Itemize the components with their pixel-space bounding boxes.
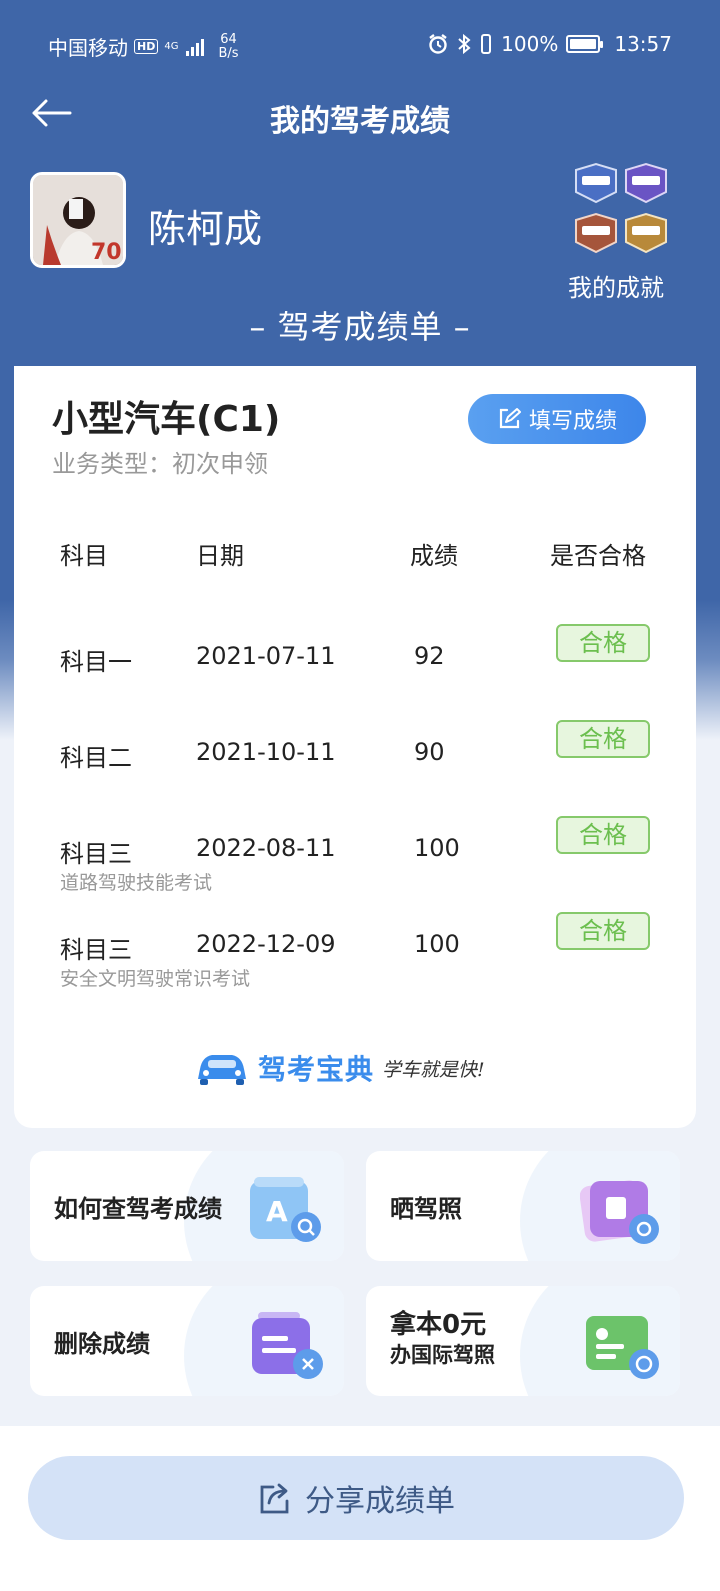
avatar[interactable]: 70	[30, 172, 126, 268]
share-label: 分享成绩单	[305, 1484, 455, 1519]
tile-label: 删除成绩	[54, 1330, 150, 1358]
fill-score-label: 填写成绩	[528, 409, 617, 434]
svg-text:A: A	[266, 1195, 288, 1228]
table-row[interactable]: 科目一 2021-07-11 92 合格	[14, 624, 696, 712]
header-pass: 是否合格	[550, 542, 646, 570]
pass-badge: 合格	[556, 720, 650, 758]
row-score: 100	[414, 930, 460, 958]
row-subject: 科目三	[60, 840, 132, 868]
achievement-badges-icon[interactable]	[572, 162, 672, 260]
svg-text:70: 70	[91, 240, 122, 265]
pass-badge: 合格	[556, 912, 650, 950]
row-note: 安全文明驾驶常识考试	[60, 968, 251, 990]
avatar-photo: 70	[33, 175, 123, 265]
car-logo-icon	[198, 1055, 246, 1085]
network-speed: 64 B/s	[218, 31, 239, 61]
user-name: 陈柯成	[148, 207, 263, 251]
tile-how-to-query[interactable]: 如何查驾考成绩 A	[30, 1151, 344, 1261]
status-bar: 中国移动 HD 4G 64 B/s 100% 13:57	[0, 0, 720, 90]
row-score: 90	[414, 738, 445, 766]
brand-logo: 驾考宝典 学车就是快!	[194, 1048, 485, 1088]
search-doc-icon: A	[250, 1177, 321, 1242]
hd-icon: HD	[134, 39, 159, 54]
network-type: 4G	[164, 40, 179, 52]
row-subject: 科目二	[60, 744, 132, 772]
signal-icon	[186, 38, 205, 56]
tile-show-license[interactable]: 晒驾照	[366, 1151, 680, 1261]
bluetooth-icon	[458, 33, 471, 55]
table-row[interactable]: 科目三 2022-12-09 100 合格 安全文明驾驶常识考试	[14, 912, 696, 1000]
page-title: 我的驾考成绩	[270, 104, 450, 139]
header-score: 成绩	[410, 542, 458, 570]
clock: 13:57	[614, 32, 672, 56]
brand-slogan: 学车就是快!	[382, 1058, 485, 1081]
bottom-bar: 分享成绩单	[0, 1426, 720, 1591]
battery-percent: 100%	[501, 32, 559, 56]
photo-camera-icon	[580, 1180, 659, 1244]
tile-label-block: 拿本0元 办国际驾照	[390, 1310, 495, 1370]
fill-score-button[interactable]: 填写成绩	[468, 394, 646, 444]
row-subject: 科目三	[60, 936, 132, 964]
share-button[interactable]: 分享成绩单	[28, 1456, 684, 1540]
score-sheet-title: – 驾考成绩单 –	[249, 308, 471, 346]
carrier-label: 中国移动	[48, 36, 128, 60]
tile-label: 晒驾照	[390, 1195, 462, 1223]
edit-icon	[499, 408, 521, 429]
achievements-label[interactable]: 我的成就	[568, 268, 664, 303]
header-date: 日期	[196, 542, 244, 570]
business-type: 业务类型：初次申领	[52, 450, 268, 478]
tile-delete-score[interactable]: 删除成绩	[30, 1286, 344, 1396]
row-date: 2021-10-11	[196, 738, 336, 766]
row-score: 92	[414, 642, 445, 670]
row-subject: 科目一	[60, 648, 132, 676]
row-score: 100	[414, 834, 460, 862]
row-note: 道路驾驶技能考试	[60, 872, 213, 894]
share-icon	[260, 1483, 289, 1514]
pass-badge: 合格	[556, 624, 650, 662]
alarm-icon	[429, 34, 447, 54]
row-date: 2022-12-09	[196, 930, 336, 958]
tile-label-line2: 办国际驾照	[390, 1343, 495, 1367]
vibrate-icon	[481, 34, 492, 54]
tile-label: 如何查驾考成绩	[54, 1195, 222, 1223]
tile-intl-license[interactable]: 拿本0元 办国际驾照	[366, 1286, 680, 1396]
delete-card-icon	[252, 1312, 323, 1379]
row-date: 2022-08-11	[196, 834, 336, 862]
tile-label-line1: 拿本0元	[390, 1310, 487, 1340]
pass-badge: 合格	[556, 816, 650, 854]
brand-name: 驾考宝典	[258, 1053, 375, 1086]
nav-bar: 我的驾考成绩	[0, 90, 720, 140]
row-date: 2021-07-11	[196, 642, 336, 670]
table-row[interactable]: 科目二 2021-10-11 90 合格	[14, 720, 696, 808]
battery-icon	[566, 35, 604, 53]
table-row[interactable]: 科目三 2022-08-11 100 合格 道路驾驶技能考试	[14, 816, 696, 904]
license-type: 小型汽车(C1)	[52, 399, 281, 440]
score-card: 小型汽车(C1) 业务类型：初次申领 填写成绩 科目 日期 成绩 是否合格 科目…	[14, 366, 696, 1128]
intl-license-icon	[586, 1316, 659, 1379]
header-subject: 科目	[60, 542, 108, 570]
